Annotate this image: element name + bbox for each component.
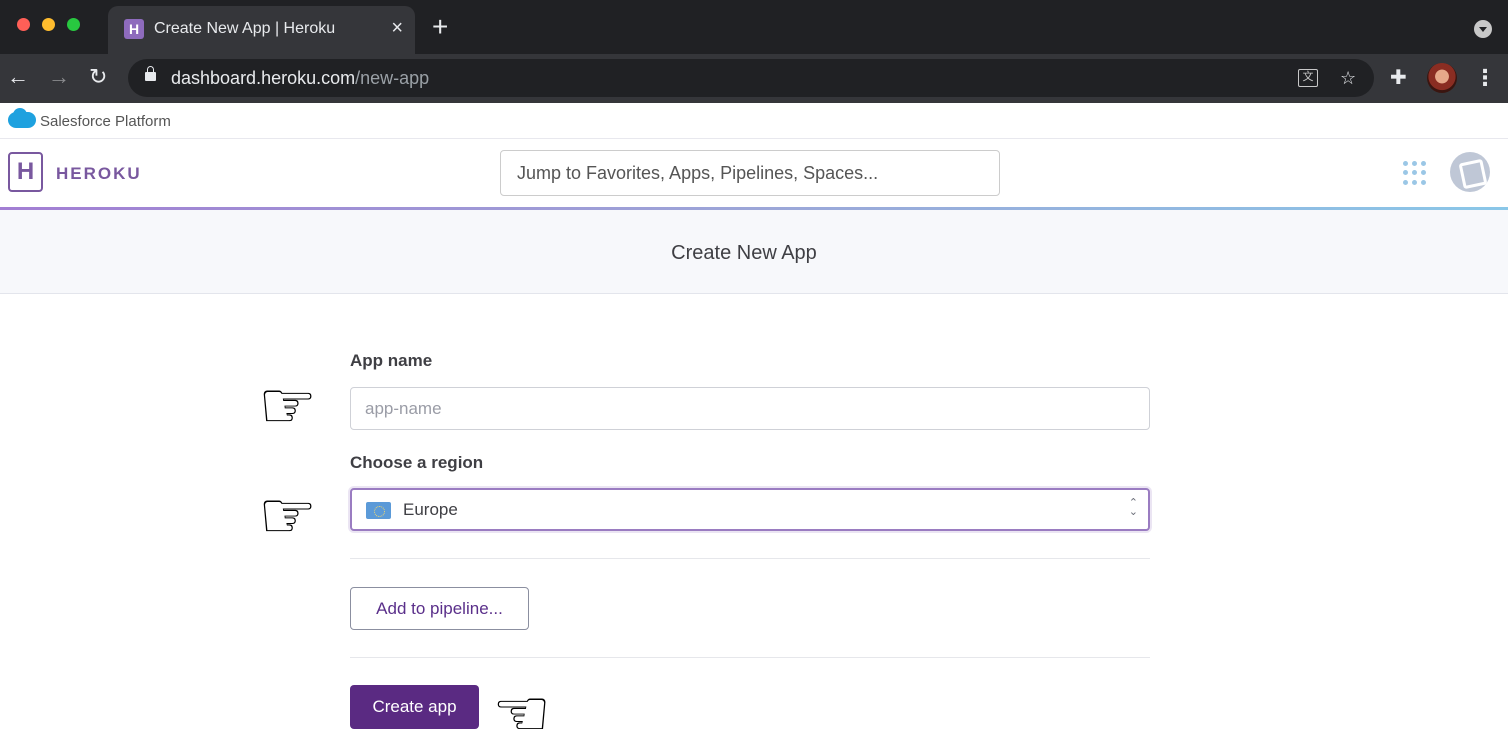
url-host: dashboard.heroku.com [171,68,356,88]
pointing-hand-icon: ☞ [258,368,318,442]
browser-toolbar: ← → ↻ dashboard.heroku.com/new-app 文 ☆ ✚… [0,54,1508,103]
reload-icon[interactable]: ↻ [89,64,107,90]
pointing-hand-left-icon: ☜ [492,676,552,750]
form-divider [350,558,1150,559]
app-name-label: App name [350,351,433,370]
region-selected-value: Europe [403,500,458,519]
tab-search-icon[interactable] [1474,20,1492,38]
address-bar[interactable]: dashboard.heroku.com/new-app 文 ☆ [128,59,1374,97]
region-label: Choose a region [350,453,484,472]
minimize-window-button[interactable] [42,18,55,31]
heroku-favicon-icon: H [124,19,144,39]
search-input[interactable] [500,150,1000,196]
apps-grid-icon[interactable] [1403,161,1427,185]
salesforce-cloud-icon [8,108,36,128]
form-divider [350,657,1150,658]
user-avatar[interactable] [1450,152,1490,192]
page-title: Create New App [671,242,817,264]
select-updown-icon: ⌃ ⌄ [1128,497,1138,518]
app-name-input[interactable] [350,387,1150,430]
heroku-logo-icon[interactable]: H [8,152,43,192]
tab-close-icon[interactable]: × [391,17,403,39]
region-flag-icon [366,502,391,519]
close-window-button[interactable] [17,18,30,31]
create-app-button[interactable]: Create app [350,685,479,729]
lock-icon[interactable] [145,66,156,81]
extensions-puzzle-icon[interactable]: ✚ [1390,65,1407,90]
heroku-header: H HEROKU [0,139,1508,207]
salesforce-platform-label: Salesforce Platform [40,113,171,130]
browser-tab-bar: H Create New App | Heroku × + [0,0,1508,54]
heroku-wordmark[interactable]: HEROKU [56,164,142,184]
region-select[interactable]: Europe ⌃ ⌄ [350,488,1150,531]
bookmark-star-icon[interactable]: ☆ [1340,67,1356,89]
maximize-window-button[interactable] [67,18,80,31]
pointing-hand-icon: ☞ [258,478,318,552]
translate-icon[interactable]: 文 [1298,69,1318,87]
forward-arrow-icon[interactable]: → [48,64,70,90]
browser-profile-avatar[interactable] [1427,63,1457,93]
browser-menu-icon[interactable]: ⋮ [1474,64,1496,92]
url-path: /new-app [355,68,430,88]
salesforce-platform-bar: Salesforce Platform [0,103,1508,139]
tab-title: Create New App | Heroku [154,20,336,37]
page-subheader: Create New App [0,210,1508,294]
new-tab-button[interactable]: + [432,12,448,42]
add-to-pipeline-button[interactable]: Add to pipeline... [350,587,529,630]
back-arrow-icon[interactable]: ← [7,64,29,90]
browser-tab-active[interactable]: H Create New App | Heroku × [108,6,415,54]
url-text[interactable]: dashboard.heroku.com/new-app [171,68,429,89]
